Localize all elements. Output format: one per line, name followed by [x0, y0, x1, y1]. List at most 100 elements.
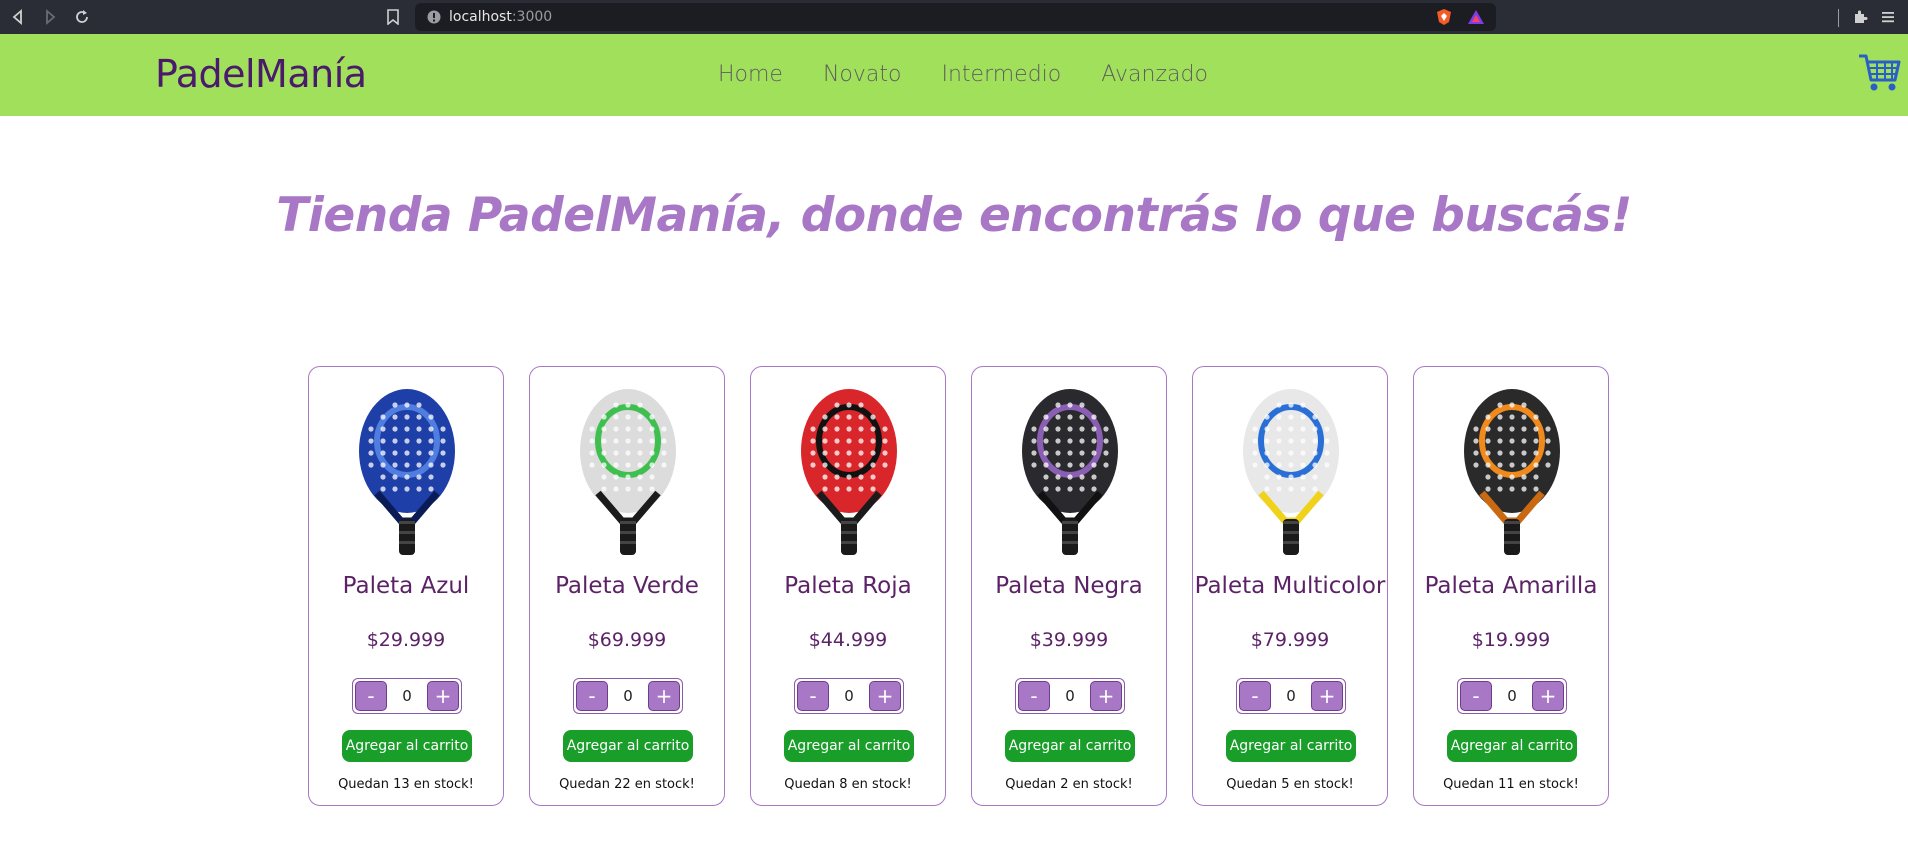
racket-hole [810, 462, 816, 468]
racket-hole [1067, 426, 1073, 432]
racket-hole [1252, 426, 1258, 432]
brave-shield-icon[interactable] [1435, 8, 1453, 26]
quantity-value: 0 [402, 687, 412, 705]
racket-hole [1497, 486, 1503, 492]
racket-hole [1276, 474, 1282, 480]
racket-hole [649, 462, 655, 468]
racket-hole [1079, 474, 1085, 480]
racket-hole [1103, 450, 1109, 456]
racket-hole [1509, 474, 1515, 480]
racket-hole [822, 486, 828, 492]
racket-hole [1252, 462, 1258, 468]
increment-button[interactable]: + [647, 681, 680, 711]
menu-icon[interactable] [1876, 5, 1900, 29]
racket-hole [1312, 414, 1318, 420]
racket-hole [1521, 426, 1527, 432]
racket-hole [1509, 414, 1515, 420]
racket-hole [1533, 414, 1539, 420]
racket-hole [649, 474, 655, 480]
racket-hole [1300, 486, 1306, 492]
racket-hole [1533, 462, 1539, 468]
racket-hole [1300, 402, 1306, 408]
racket-hole [1055, 450, 1061, 456]
racket-hole [637, 462, 643, 468]
racket-hole [1043, 426, 1049, 432]
brave-rewards-icon[interactable] [1467, 9, 1485, 25]
racket-hole [846, 474, 852, 480]
racket-hole [637, 486, 643, 492]
add-to-cart-button[interactable]: Agregar al carrito [1226, 730, 1356, 762]
racket-hole [846, 486, 852, 492]
racket-hole [822, 450, 828, 456]
racket-hole [368, 462, 374, 468]
racket-hole [1264, 474, 1270, 480]
racket-hole [810, 426, 816, 432]
increment-button[interactable]: + [868, 681, 901, 711]
site-header: PadelManía Home Novato Intermedio Avanza… [0, 34, 1908, 116]
racket-hole [1103, 426, 1109, 432]
decrement-button[interactable]: - [797, 681, 829, 711]
racket-hole [1055, 426, 1061, 432]
nav-intermedio[interactable]: Intermedio [941, 62, 1061, 87]
racket-hole [810, 450, 816, 456]
nav-novato[interactable]: Novato [823, 62, 902, 87]
decrement-button[interactable]: - [576, 681, 608, 711]
racket-hole [1497, 426, 1503, 432]
racket-hole [1324, 450, 1330, 456]
brand-logo[interactable]: PadelManía [155, 52, 367, 96]
main-nav: Home Novato Intermedio Avanzado [718, 62, 1248, 87]
add-to-cart-button[interactable]: Agregar al carrito [784, 730, 914, 762]
add-to-cart-button[interactable]: Agregar al carrito [1447, 730, 1577, 762]
racket-hole [822, 462, 828, 468]
racket-hole [1264, 414, 1270, 420]
racket-hole [1276, 438, 1282, 444]
racket-hole [1533, 450, 1539, 456]
increment-button[interactable]: + [1310, 681, 1343, 711]
back-icon[interactable] [6, 5, 30, 29]
racket-hole [1055, 486, 1061, 492]
quantity-value: 0 [1286, 687, 1296, 705]
decrement-button[interactable]: - [1239, 681, 1271, 711]
racket-hole [870, 426, 876, 432]
increment-button[interactable]: + [1089, 681, 1122, 711]
racket-hole [1521, 486, 1527, 492]
racket-hole [1264, 486, 1270, 492]
racket-hole [1545, 450, 1551, 456]
racket-hole [1533, 486, 1539, 492]
increment-button[interactable]: + [1531, 681, 1564, 711]
racket-hole [858, 486, 864, 492]
address-bar[interactable]: localhost:3000 [415, 3, 1839, 31]
extensions-icon[interactable] [1848, 5, 1872, 29]
racket-hole [1533, 474, 1539, 480]
product-card-1: Paleta Azul $29.999 - 0 + Agregar al car… [308, 366, 504, 806]
racket-hole [1300, 462, 1306, 468]
racket-hole [1497, 450, 1503, 456]
racket-hole [1509, 486, 1515, 492]
add-to-cart-button[interactable]: Agregar al carrito [342, 730, 472, 762]
forward-icon[interactable] [38, 5, 62, 29]
racket-hole [1067, 438, 1073, 444]
reload-icon[interactable] [70, 5, 94, 29]
bookmark-icon[interactable] [381, 5, 405, 29]
add-to-cart-button[interactable]: Agregar al carrito [1005, 730, 1135, 762]
racket-hole [637, 426, 643, 432]
racket-hole [1288, 402, 1294, 408]
racket-hole [416, 486, 422, 492]
increment-button[interactable]: + [426, 681, 459, 711]
racket-hole [1043, 438, 1049, 444]
racket-hole [625, 438, 631, 444]
racket-hole [1300, 426, 1306, 432]
racket-hole [1252, 450, 1258, 456]
nav-home[interactable]: Home [718, 62, 783, 87]
add-to-cart-button[interactable]: Agregar al carrito [563, 730, 693, 762]
site-info-icon[interactable] [427, 10, 441, 24]
nav-avanzado[interactable]: Avanzado [1101, 62, 1208, 87]
decrement-button[interactable]: - [355, 681, 387, 711]
racket-hole [428, 462, 434, 468]
racket-image [580, 389, 676, 555]
racket-hole [1055, 414, 1061, 420]
decrement-button[interactable]: - [1018, 681, 1050, 711]
cart-icon[interactable] [1857, 52, 1901, 94]
decrement-button[interactable]: - [1460, 681, 1492, 711]
racket-hole [625, 414, 631, 420]
